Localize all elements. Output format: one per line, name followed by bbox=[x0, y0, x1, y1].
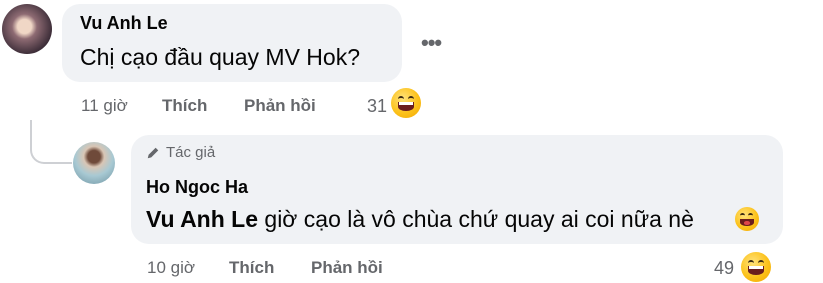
reply-reaction-count[interactable]: 49 bbox=[714, 258, 734, 279]
reply-time[interactable]: 10 giờ bbox=[147, 258, 195, 278]
reaction-count[interactable]: 31 bbox=[367, 96, 387, 117]
comment-text: Chị cạo đầu quay MV Hok? bbox=[80, 44, 360, 70]
thread-connector-line bbox=[30, 120, 72, 164]
author-badge: Tác giả bbox=[146, 144, 215, 161]
reply-like-button[interactable]: Thích bbox=[229, 258, 274, 278]
reply-laugh-reaction-icon[interactable] bbox=[741, 252, 771, 282]
reply-body: giờ cạo là vô chùa chứ quay ai coi nữa n… bbox=[264, 206, 694, 232]
mention-link[interactable]: Vu Anh Le bbox=[146, 206, 258, 232]
pen-icon bbox=[147, 147, 159, 158]
avatar-vu-anh-le[interactable] bbox=[2, 4, 52, 54]
comment-author[interactable]: Vu Anh Le bbox=[80, 13, 168, 34]
reply-reply-button[interactable]: Phản hồi bbox=[311, 258, 383, 278]
avatar-ho-ngoc-ha[interactable] bbox=[73, 142, 115, 184]
laugh-reaction-icon[interactable] bbox=[391, 88, 421, 118]
author-badge-label: Tác giả bbox=[166, 144, 216, 161]
like-button[interactable]: Thích bbox=[162, 96, 207, 116]
comment-bubble: Vu Anh Le Chị cạo đầu quay MV Hok? bbox=[62, 4, 402, 82]
reply-button[interactable]: Phản hồi bbox=[244, 96, 316, 116]
more-options-icon[interactable]: ••• bbox=[421, 30, 442, 56]
comment-time[interactable]: 11 giờ bbox=[81, 96, 128, 116]
reply-text: Vu Anh Le giờ cạo là vô chùa chứ quay ai… bbox=[146, 206, 694, 233]
tongue-out-emoji-icon bbox=[735, 207, 759, 231]
reply-author[interactable]: Ho Ngoc Ha bbox=[146, 177, 248, 198]
